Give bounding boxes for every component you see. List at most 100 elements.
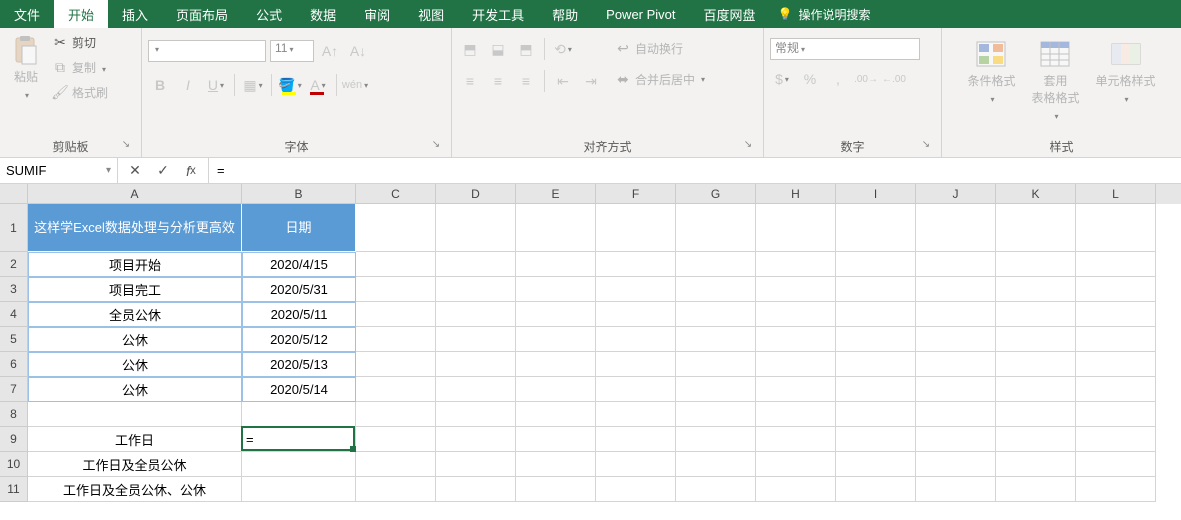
conditional-format-button[interactable]: 条件格式 <box>963 36 1019 107</box>
tab-公式[interactable]: 公式 <box>242 0 296 28</box>
fx-icon[interactable]: fx <box>178 159 204 183</box>
cell[interactable] <box>436 302 516 327</box>
cell[interactable]: 这样学Excel数据处理与分析更高效 <box>28 204 242 252</box>
font-size-select[interactable]: 11 <box>270 40 314 62</box>
cell[interactable] <box>836 252 916 277</box>
col-header[interactable]: B <box>242 184 356 204</box>
row-header[interactable]: 8 <box>0 402 28 427</box>
cell[interactable] <box>1076 452 1156 477</box>
cell[interactable] <box>916 352 996 377</box>
cell[interactable] <box>516 327 596 352</box>
increase-indent-icon[interactable]: ⇥ <box>579 70 603 92</box>
accounting-format-icon[interactable]: $ <box>770 68 794 90</box>
cell[interactable] <box>756 327 836 352</box>
cell[interactable] <box>836 327 916 352</box>
cell[interactable] <box>356 402 436 427</box>
border-button[interactable]: ▦ <box>241 74 265 96</box>
name-box[interactable]: SUMIF <box>0 158 118 183</box>
cell[interactable] <box>356 327 436 352</box>
font-name-select[interactable] <box>148 40 266 62</box>
increase-decimal-icon[interactable]: .00→ <box>854 68 878 90</box>
cell[interactable] <box>996 377 1076 402</box>
tab-文件[interactable]: 文件 <box>0 0 54 28</box>
cell[interactable] <box>756 477 836 502</box>
cell[interactable] <box>516 427 596 452</box>
cell[interactable] <box>916 427 996 452</box>
cell[interactable] <box>516 452 596 477</box>
cell[interactable] <box>756 452 836 477</box>
cell[interactable] <box>756 402 836 427</box>
orientation-icon[interactable]: ⟲ <box>551 38 575 60</box>
cell[interactable] <box>996 452 1076 477</box>
cell[interactable] <box>996 277 1076 302</box>
cell[interactable] <box>516 277 596 302</box>
cell[interactable]: 工作日及全员公休 <box>28 452 242 477</box>
cell[interactable] <box>836 352 916 377</box>
cell[interactable] <box>916 204 996 252</box>
align-middle-icon[interactable]: ⬓ <box>486 38 510 60</box>
cell[interactable] <box>996 302 1076 327</box>
number-format-select[interactable]: 常规 <box>770 38 920 60</box>
cell[interactable] <box>356 252 436 277</box>
col-header[interactable]: K <box>996 184 1076 204</box>
cell[interactable] <box>596 252 676 277</box>
decrease-indent-icon[interactable]: ⇤ <box>551 70 575 92</box>
cell[interactable] <box>676 477 756 502</box>
cell[interactable] <box>836 427 916 452</box>
row-header[interactable]: 2 <box>0 252 28 277</box>
col-header[interactable]: D <box>436 184 516 204</box>
cell[interactable] <box>676 302 756 327</box>
italic-button[interactable]: I <box>176 74 200 96</box>
cell[interactable] <box>1076 302 1156 327</box>
cell[interactable] <box>242 402 356 427</box>
row-header[interactable]: 10 <box>0 452 28 477</box>
cell[interactable] <box>596 402 676 427</box>
cell[interactable] <box>436 327 516 352</box>
tab-插入[interactable]: 插入 <box>108 0 162 28</box>
cell[interactable] <box>242 477 356 502</box>
tab-审阅[interactable]: 审阅 <box>350 0 404 28</box>
align-bottom-icon[interactable]: ⬒ <box>514 38 538 60</box>
dialog-launcher-icon[interactable]: ↘ <box>119 139 133 153</box>
cell[interactable] <box>1076 252 1156 277</box>
row-header[interactable]: 11 <box>0 477 28 502</box>
formula-input[interactable]: = <box>209 158 1181 183</box>
cells[interactable]: 这样学Excel数据处理与分析更高效日期项目开始2020/4/15项目完工202… <box>28 204 1156 502</box>
cell[interactable] <box>516 252 596 277</box>
cell[interactable] <box>916 477 996 502</box>
cell[interactable]: 项目完工 <box>28 277 242 302</box>
cell[interactable]: 2020/5/12 <box>242 327 356 352</box>
tab-百度网盘[interactable]: 百度网盘 <box>690 0 770 28</box>
tab-开发工具[interactable]: 开发工具 <box>458 0 538 28</box>
cell[interactable]: = <box>242 427 356 452</box>
underline-button[interactable]: U <box>204 74 228 96</box>
cell[interactable] <box>596 327 676 352</box>
cell[interactable] <box>996 352 1076 377</box>
cell[interactable] <box>676 402 756 427</box>
cell[interactable] <box>596 277 676 302</box>
cell[interactable] <box>996 427 1076 452</box>
cell[interactable] <box>756 352 836 377</box>
cell[interactable] <box>596 302 676 327</box>
cell[interactable] <box>916 302 996 327</box>
cell[interactable]: 2020/5/11 <box>242 302 356 327</box>
cell[interactable] <box>1076 402 1156 427</box>
row-header[interactable]: 1 <box>0 204 28 252</box>
tab-数据[interactable]: 数据 <box>296 0 350 28</box>
cell[interactable] <box>1076 477 1156 502</box>
cell[interactable] <box>996 204 1076 252</box>
col-header[interactable]: C <box>356 184 436 204</box>
phonetic-button[interactable]: wén <box>343 74 367 96</box>
cell[interactable] <box>356 204 436 252</box>
fill-color-button[interactable]: 🪣 <box>278 74 302 96</box>
cell[interactable] <box>676 327 756 352</box>
tab-Power Pivot[interactable]: Power Pivot <box>592 0 689 28</box>
cell[interactable] <box>996 402 1076 427</box>
cell[interactable] <box>356 352 436 377</box>
cell[interactable] <box>596 427 676 452</box>
copy-button[interactable]: ⧉复制 <box>50 57 110 78</box>
cell[interactable] <box>836 302 916 327</box>
cell[interactable] <box>516 204 596 252</box>
col-header[interactable]: F <box>596 184 676 204</box>
align-center-icon[interactable]: ≡ <box>486 70 510 92</box>
